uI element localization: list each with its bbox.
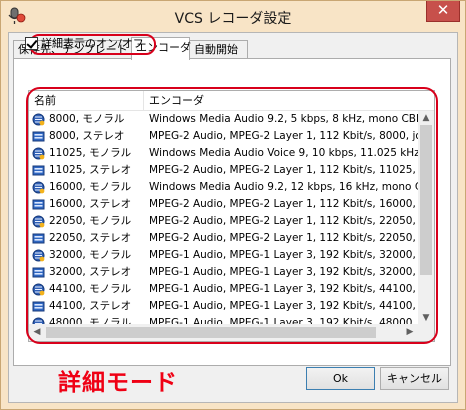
row-name-cell: 11025, ステレオ [49,164,132,176]
row-name-cell: 16000, ステレオ [49,198,132,210]
scroll-up-icon[interactable]: ▲ [418,111,434,125]
row-encoder-cell: MPEG-2 Audio, MPEG-2 Layer 1, 112 Kbit/s… [149,215,418,227]
settings-window: VCS レコーダ設定 ✕ 保存先、テンプレート エンコーダ 自動開始 詳細表示の… [0,0,466,410]
row-encoder-cell: Windows Media Audio 9.2, 5 kbps, 8 kHz, … [149,113,418,125]
row-encoder-cell: MPEG-1 Audio, MPEG-1 Layer 3, 192 Kbit/s… [149,317,418,324]
list-item[interactable]: 32000, モノラル MPEG-1 Audio, MPEG-1 Layer 3,… [29,247,418,264]
row-encoder-cell: MPEG-2 Audio, MPEG-2 Layer 1, 112 Kbit/s… [149,130,418,142]
detail-view-label: 詳細表示のオン/オフ [41,37,144,50]
list-item[interactable]: 22050, ステレオ MPEG-2 Audio, MPEG-2 Layer 1,… [29,230,418,247]
vertical-scroll-thumb[interactable] [420,125,432,275]
row-encoder-cell: MPEG-2 Audio, MPEG-2 Layer 1, 112 Kbit/s… [149,232,418,244]
vertical-scrollbar[interactable]: ▲ ▼ [418,111,434,325]
row-name-cell: 32000, モノラル [49,249,132,261]
detail-mode-caption: 詳細モード [58,370,178,396]
horizontal-scroll-thumb[interactable] [46,327,376,338]
column-header-name[interactable]: 名前 [29,91,144,111]
title-bar[interactable]: VCS レコーダ設定 ✕ [1,1,465,32]
scroll-down-icon[interactable]: ▼ [418,311,434,325]
row-name-cell: 48000, モノラル [49,317,132,324]
checkbox-checked-icon[interactable] [25,36,38,50]
row-encoder-cell: Windows Media Audio 9.2, 12 kbps, 16 kHz… [149,181,418,193]
horizontal-scrollbar[interactable]: ◀ ▶ [29,324,418,341]
list-item[interactable]: 32000, ステレオ MPEG-1 Audio, MPEG-1 Layer 3,… [29,264,418,281]
ok-button[interactable]: Ok [306,367,375,390]
row-encoder-cell: Windows Media Audio Voice 9, 10 kbps, 11… [149,147,418,159]
row-name-cell: 22050, モノラル [49,215,132,227]
list-item[interactable]: 22050, モノラル MPEG-2 Audio, MPEG-2 Layer 1,… [29,213,418,230]
cancel-button[interactable]: キャンセル [380,367,449,390]
row-name-cell: 16000, モノラル [49,181,132,193]
row-encoder-cell: MPEG-2 Audio, MPEG-2 Layer 1, 112 Kbit/s… [149,198,418,210]
list-item[interactable]: 11025, モノラル Windows Media Audio Voice 9, … [29,145,418,162]
row-name-cell: 22050, ステレオ [49,232,132,244]
list-item[interactable]: 8000, モノラル Windows Media Audio 9.2, 5 kbp… [29,111,418,128]
row-encoder-cell: MPEG-2 Audio, MPEG-2 Layer 1, 112 Kbit/s… [149,164,418,176]
list-body: 8000, モノラル Windows Media Audio 9.2, 5 kbp… [29,111,418,324]
row-encoder-cell: MPEG-1 Audio, MPEG-1 Layer 3, 192 Kbit/s… [149,266,418,278]
list-item[interactable]: 8000, ステレオ MPEG-2 Audio, MPEG-2 Layer 1, … [29,128,418,145]
column-header-encoder[interactable]: エンコーダ [144,91,434,111]
list-item[interactable]: 11025, ステレオ MPEG-2 Audio, MPEG-2 Layer 1,… [29,162,418,179]
list-item[interactable]: 44100, モノラル MPEG-1 Audio, MPEG-1 Layer 3,… [29,281,418,298]
row-name-cell: 11025, モノラル [49,147,132,159]
row-name-cell: 8000, モノラル [49,113,125,125]
list-item[interactable]: 16000, モノラル Windows Media Audio 9.2, 12 k… [29,179,418,196]
list-item[interactable]: 48000, モノラル MPEG-1 Audio, MPEG-1 Layer 3,… [29,315,418,324]
row-name-cell: 32000, ステレオ [49,266,132,278]
scroll-right-icon[interactable]: ▶ [402,324,418,341]
close-button[interactable]: ✕ [426,1,460,22]
encoder-list[interactable]: 名前 エンコーダ 8000, モノラル Windows Media Audio 9… [28,90,435,342]
window-title: VCS レコーダ設定 [174,11,292,27]
row-name-cell: 8000, ステレオ [49,130,125,142]
list-header: 名前 エンコーダ [29,91,434,111]
list-item[interactable]: 44100, ステレオ MPEG-1 Audio, MPEG-1 Layer 3,… [29,298,418,315]
detail-view-checkbox[interactable]: 詳細表示のオン/オフ [25,34,144,52]
list-item[interactable]: 16000, ステレオ MPEG-2 Audio, MPEG-2 Layer 1,… [29,196,418,213]
tab-auto-start[interactable]: 自動開始 [189,40,248,59]
row-encoder-cell: MPEG-1 Audio, MPEG-1 Layer 3, 192 Kbit/s… [149,300,418,312]
row-name-cell: 44100, ステレオ [49,300,132,312]
scroll-corner [418,324,434,341]
row-name-cell: 44100, モノラル [49,283,132,295]
scroll-left-icon[interactable]: ◀ [29,324,45,341]
row-encoder-cell: MPEG-1 Audio, MPEG-1 Layer 3, 192 Kbit/s… [149,249,418,261]
row-encoder-cell: MPEG-1 Audio, MPEG-1 Layer 3, 192 Kbit/s… [149,283,418,295]
